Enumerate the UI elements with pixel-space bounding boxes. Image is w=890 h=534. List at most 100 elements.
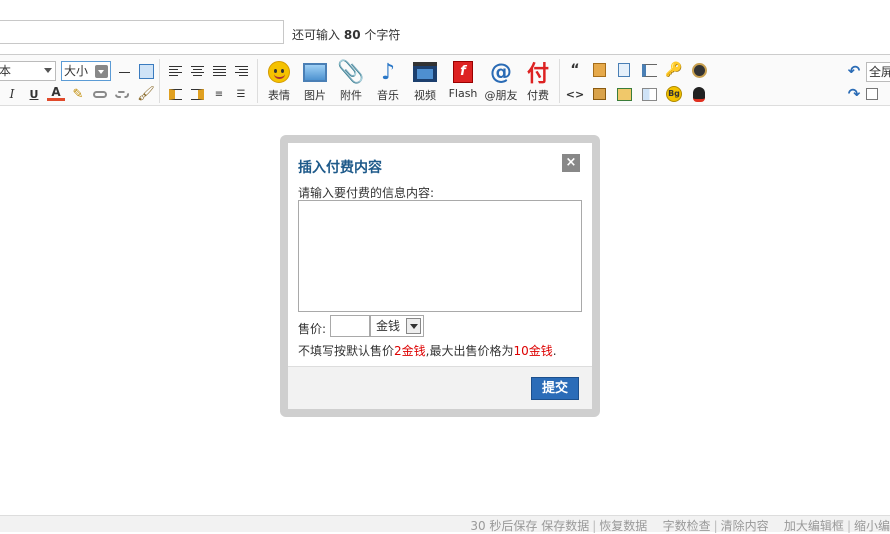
spellcheck-icon[interactable]: ✎	[69, 85, 87, 103]
attachment-button-label: 附件	[340, 89, 362, 102]
toolbar-divider	[257, 59, 258, 103]
align-justify-icon[interactable]	[210, 62, 228, 80]
clear-format-brush-icon[interactable]: 🖌	[137, 85, 155, 103]
float-right-icon[interactable]	[188, 85, 206, 103]
mention-friend-button-label: @朋友	[484, 89, 518, 102]
align-right-icon[interactable]	[232, 62, 250, 80]
price-input[interactable]	[330, 315, 370, 337]
note-text-3: .	[552, 344, 557, 358]
flash-button-label: Flash	[448, 87, 478, 100]
price-note: 不填写按默认售价2金钱,最大出售价格为10金钱.	[298, 342, 557, 359]
page-icon[interactable]	[615, 61, 633, 79]
font-color-icon[interactable]: A	[47, 85, 65, 101]
music-button[interactable]: ♪ 音乐	[370, 59, 406, 103]
align-left-icon[interactable]	[166, 62, 184, 80]
columns-icon[interactable]	[640, 85, 658, 103]
float-left-icon[interactable]	[166, 85, 184, 103]
flash-button[interactable]: f Flash	[445, 59, 481, 103]
char-hint-count: 80	[343, 28, 361, 42]
image-button[interactable]: 图片	[297, 59, 333, 103]
bg-badge-icon[interactable]: Bg	[665, 85, 683, 103]
char-hint-prefix: 还可输入	[292, 28, 341, 42]
key-icon[interactable]: 🔑	[665, 61, 683, 79]
title-row: 还可输入 80 个字符	[0, 0, 890, 54]
plain-text-checkbox[interactable]	[866, 88, 878, 100]
title-input[interactable]	[0, 20, 284, 44]
link-icon[interactable]	[91, 85, 109, 103]
horizontal-rule-icon[interactable]	[115, 63, 133, 81]
pay-button[interactable]: 付 付费	[520, 59, 556, 103]
char-hint-suffix: 个字符	[364, 28, 401, 42]
table-icon[interactable]	[137, 62, 155, 80]
font-family-value: 本	[0, 64, 12, 78]
char-count-hint: 还可输入 80 个字符	[292, 26, 400, 43]
emoji-button-label: 表情	[268, 89, 290, 102]
note-text-2: ,最大出售价格为	[425, 344, 514, 358]
currency-select[interactable]: 金钱	[370, 315, 424, 337]
free-content-icon[interactable]	[590, 61, 608, 79]
undo-icon[interactable]: ↶	[845, 62, 863, 80]
submit-button[interactable]: 提交	[531, 377, 579, 400]
chevron-down-icon	[406, 318, 421, 334]
fullscreen-button[interactable]: 全屏	[866, 62, 890, 82]
pay-glyph: 付	[526, 62, 549, 87]
dialog-footer: 提交	[288, 366, 592, 409]
currency-value: 金钱	[376, 319, 401, 333]
emoji-button[interactable]: 表情	[261, 59, 297, 103]
dialog-body: 插入付费内容 × 请输入要付费的信息内容: 售价: 金钱 不填写按默认售价2金钱…	[288, 143, 592, 409]
underline-icon[interactable]: U	[25, 85, 43, 103]
image-button-label: 图片	[304, 89, 326, 102]
note-default-price: 2金钱	[394, 344, 426, 358]
paperclip-icon: 📎	[337, 59, 365, 85]
video-button[interactable]: 视频	[407, 59, 443, 103]
pay-button-label: 付费	[527, 89, 549, 102]
autosave-countdown: 30 秒后保存	[470, 519, 538, 533]
note-text-1: 不填写按默认售价	[298, 344, 395, 358]
font-size-value: 大小	[64, 64, 89, 78]
shrink-editor-link[interactable]: 缩小编	[854, 519, 890, 533]
unordered-list-icon[interactable]: ☰	[232, 85, 250, 103]
code-icon[interactable]: <>	[566, 85, 584, 103]
quote-icon[interactable]: “	[566, 61, 584, 79]
save-data-link[interactable]: 保存数据	[541, 519, 589, 533]
font-size-select[interactable]: 大小	[61, 61, 111, 81]
image-icon	[302, 59, 328, 85]
qq-penguin-icon[interactable]	[690, 85, 708, 103]
check-length-link[interactable]: 字数检查	[663, 519, 711, 533]
enlarge-editor-link[interactable]: 加大编辑框	[784, 519, 844, 533]
unlink-icon[interactable]	[113, 85, 131, 103]
price-label: 售价:	[298, 322, 327, 336]
dialog-title: 插入付费内容	[298, 160, 382, 176]
pay-content-dialog: 插入付费内容 × 请输入要付费的信息内容: 售价: 金钱 不填写按默认售价2金钱…	[280, 135, 600, 417]
pay-icon: 付	[525, 59, 551, 87]
redo-icon[interactable]: ↷	[845, 85, 863, 103]
editor-toolbar: 本 大小 I U A ✎ 🖌 ≡ ☰ 表情 图片 📎 附件 ♪ 音乐 视频 f …	[0, 54, 890, 106]
music-button-label: 音乐	[377, 89, 399, 102]
restore-data-link[interactable]: 恢复数据	[599, 519, 647, 533]
smiley-icon	[266, 59, 292, 85]
statusbar-items: 30 秒后保存 保存数据 | 恢复数据 字数检查 | 清除内容 加大编辑框 | 缩小编	[470, 519, 890, 533]
chevron-down-icon	[95, 65, 108, 78]
film-icon	[412, 59, 438, 85]
close-icon[interactable]: ×	[562, 154, 580, 172]
clear-content-link[interactable]: 清除内容	[721, 519, 769, 533]
editor-statusbar: 30 秒后保存 保存数据 | 恢复数据 字数检查 | 清除内容 加大编辑框 | 缩小编	[0, 515, 890, 533]
toolbar-divider	[159, 59, 160, 103]
align-center-icon[interactable]	[188, 62, 206, 80]
note-max-price: 10金钱	[513, 344, 553, 358]
mention-friend-button[interactable]: @ @朋友	[482, 59, 520, 103]
attachment-button[interactable]: 📎 附件	[333, 59, 369, 103]
list-items-icon[interactable]	[640, 61, 658, 79]
ordered-list-icon[interactable]: ≡	[210, 85, 228, 103]
lock-icon[interactable]	[590, 85, 608, 103]
content-label: 请输入要付费的信息内容:	[298, 186, 435, 200]
font-family-select[interactable]: 本	[0, 61, 56, 81]
gallery-icon[interactable]	[615, 85, 633, 103]
italic-icon[interactable]: I	[3, 85, 21, 103]
pay-content-textarea[interactable]	[298, 200, 582, 312]
chevron-down-icon	[44, 68, 52, 73]
record-icon[interactable]	[690, 61, 708, 79]
fullscreen-label: 全屏	[869, 65, 890, 79]
video-button-label: 视频	[414, 89, 436, 102]
toolbar-divider	[559, 59, 560, 103]
